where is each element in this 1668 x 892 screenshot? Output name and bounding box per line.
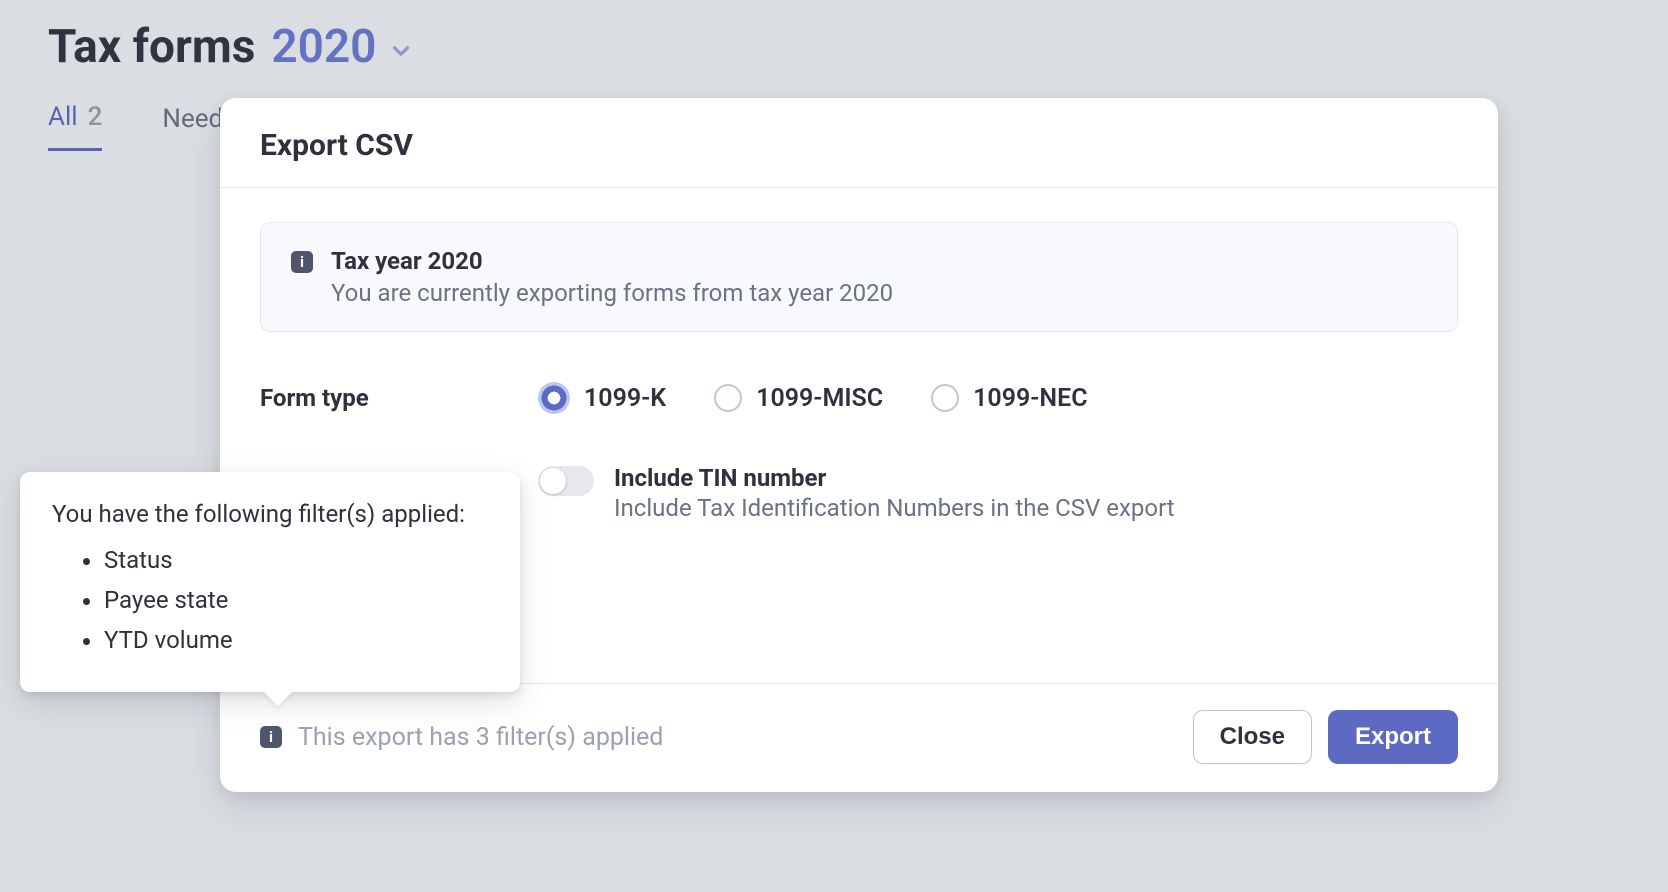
include-tin-toggle[interactable] bbox=[538, 466, 594, 496]
radio-label: 1099-NEC bbox=[973, 384, 1087, 413]
toggle-knob bbox=[540, 468, 566, 494]
filters-applied-text: This export has 3 filter(s) applied bbox=[298, 723, 663, 752]
radio-label: 1099-K bbox=[584, 384, 666, 413]
modal-header: Export CSV bbox=[220, 98, 1498, 188]
toggle-desc: Include Tax Identification Numbers in th… bbox=[614, 494, 1175, 522]
radio-icon bbox=[714, 384, 742, 412]
radio-icon bbox=[538, 382, 570, 414]
export-button[interactable]: Export bbox=[1328, 710, 1458, 764]
tooltip-filter-item: Status bbox=[104, 546, 488, 574]
tooltip-filter-item: YTD volume bbox=[104, 626, 488, 654]
radio-1099-k[interactable]: 1099-K bbox=[538, 382, 666, 414]
info-desc: You are currently exporting forms from t… bbox=[331, 279, 893, 307]
info-icon: i bbox=[291, 251, 313, 273]
radio-label: 1099-MISC bbox=[756, 384, 883, 413]
info-icon: i bbox=[260, 726, 282, 748]
form-type-label: Form type bbox=[260, 382, 538, 412]
close-button[interactable]: Close bbox=[1193, 710, 1312, 764]
form-type-row: Form type 1099-K 1099-MISC 1099-NEC bbox=[260, 382, 1458, 414]
modal-footer: i This export has 3 filter(s) applied Cl… bbox=[220, 683, 1498, 792]
info-title: Tax year 2020 bbox=[331, 247, 893, 275]
tooltip-filter-item: Payee state bbox=[104, 586, 488, 614]
radio-icon bbox=[931, 384, 959, 412]
tooltip-title: You have the following filter(s) applied… bbox=[52, 500, 488, 528]
toggle-title: Include TIN number bbox=[614, 464, 1175, 492]
filters-tooltip: You have the following filter(s) applied… bbox=[20, 472, 520, 692]
radio-1099-misc[interactable]: 1099-MISC bbox=[714, 384, 883, 413]
tax-year-info-box: i Tax year 2020 You are currently export… bbox=[260, 222, 1458, 332]
radio-1099-nec[interactable]: 1099-NEC bbox=[931, 384, 1087, 413]
modal-title: Export CSV bbox=[260, 128, 1458, 163]
